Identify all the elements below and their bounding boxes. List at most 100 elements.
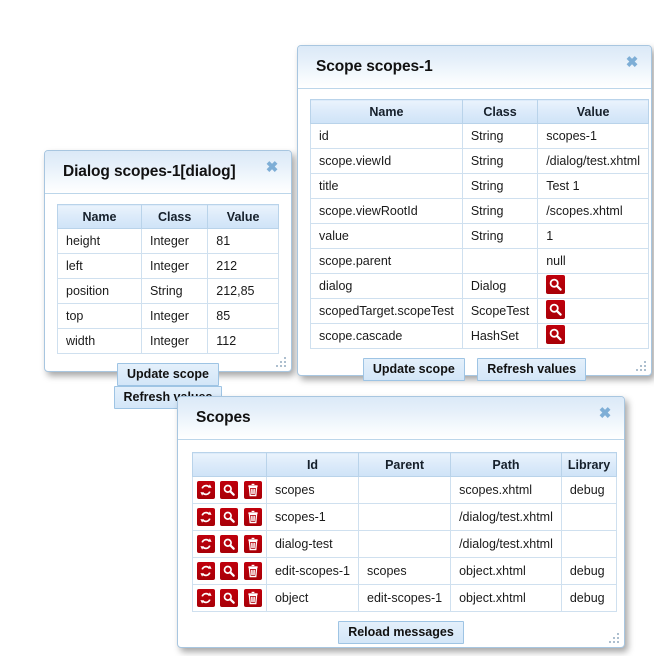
table-row[interactable]: left Integer 212 bbox=[58, 254, 279, 279]
table-row[interactable]: height Integer 81 bbox=[58, 229, 279, 254]
cell-parent bbox=[359, 477, 451, 504]
dialog-scope-panel[interactable]: Dialog scopes-1[dialog] ✖ Name Class Val… bbox=[44, 150, 292, 372]
table-row[interactable]: dialog-test /dialog/test.xhtml bbox=[193, 531, 617, 558]
cell-path: scopes.xhtml bbox=[451, 477, 562, 504]
magnifier-icon[interactable] bbox=[220, 562, 238, 580]
cell-id: scopes bbox=[266, 477, 358, 504]
scope-panel-body: Name Class Value id String scopes-1 scop… bbox=[298, 89, 651, 393]
cell-library bbox=[561, 531, 616, 558]
magnifier-icon[interactable] bbox=[220, 589, 238, 607]
resize-grip-icon[interactable] bbox=[276, 357, 287, 368]
magnifier-icon[interactable] bbox=[546, 325, 565, 344]
magnifier-icon[interactable] bbox=[220, 508, 238, 526]
cell-name: scope.viewId bbox=[311, 149, 463, 174]
cell-value: 85 bbox=[208, 304, 279, 329]
magnifier-icon[interactable] bbox=[546, 300, 565, 319]
cell-name: width bbox=[58, 329, 142, 354]
close-icon[interactable]: ✖ bbox=[597, 406, 613, 422]
cell-class: Integer bbox=[141, 304, 207, 329]
cell-value: null bbox=[538, 249, 649, 274]
trash-icon[interactable] bbox=[244, 481, 262, 499]
cell-class: String bbox=[462, 124, 537, 149]
table-row[interactable]: scope.cascade HashSet bbox=[311, 324, 649, 349]
cell-class: Integer bbox=[141, 329, 207, 354]
resize-grip-icon[interactable] bbox=[609, 633, 620, 644]
scopes-panel-header[interactable]: Scopes ✖ bbox=[178, 397, 624, 440]
scope-panel-header[interactable]: Scope scopes-1 ✖ bbox=[298, 46, 651, 89]
trash-icon[interactable] bbox=[244, 508, 262, 526]
trash-icon[interactable] bbox=[244, 589, 262, 607]
scope-panel-title: Scope scopes-1 bbox=[298, 58, 433, 76]
close-icon[interactable]: ✖ bbox=[264, 160, 280, 176]
refresh-values-button[interactable]: Refresh values bbox=[477, 358, 586, 381]
scope-panel[interactable]: Scope scopes-1 ✖ Name Class Value id Str… bbox=[297, 45, 652, 376]
cell-name: position bbox=[58, 279, 142, 304]
table-row[interactable]: scope.viewRootId String /scopes.xhtml bbox=[311, 199, 649, 224]
refresh-icon[interactable] bbox=[197, 508, 215, 526]
cell-class: Integer bbox=[141, 229, 207, 254]
refresh-icon[interactable] bbox=[197, 562, 215, 580]
cell-class bbox=[462, 249, 537, 274]
cell-value: /scopes.xhtml bbox=[538, 199, 649, 224]
column-header-class: Class bbox=[141, 205, 207, 229]
column-header-class: Class bbox=[462, 100, 537, 124]
cell-class: Integer bbox=[141, 254, 207, 279]
table-row[interactable]: id String scopes-1 bbox=[311, 124, 649, 149]
cell-name: title bbox=[311, 174, 463, 199]
cell-value: Test 1 bbox=[538, 174, 649, 199]
refresh-icon[interactable] bbox=[197, 535, 215, 553]
table-row[interactable]: value String 1 bbox=[311, 224, 649, 249]
cell-value: 212 bbox=[208, 254, 279, 279]
column-header-library: Library bbox=[561, 453, 616, 477]
cell-class: String bbox=[462, 224, 537, 249]
cell-name: scopedTarget.scopeTest bbox=[311, 299, 463, 324]
trash-icon[interactable] bbox=[244, 535, 262, 553]
refresh-icon[interactable] bbox=[197, 589, 215, 607]
cell-class: String bbox=[462, 199, 537, 224]
cell-class: HashSet bbox=[462, 324, 537, 349]
magnifier-icon[interactable] bbox=[220, 481, 238, 499]
table-row[interactable]: scopes-1 /dialog/test.xhtml bbox=[193, 504, 617, 531]
cell-class: String bbox=[462, 149, 537, 174]
table-row[interactable]: dialog Dialog bbox=[311, 274, 649, 299]
table-row[interactable]: scopedTarget.scopeTest ScopeTest bbox=[311, 299, 649, 324]
table-row[interactable]: object edit-scopes-1 object.xhtml debug bbox=[193, 585, 617, 612]
resize-grip-icon[interactable] bbox=[636, 361, 647, 372]
cell-name: dialog bbox=[311, 274, 463, 299]
refresh-icon[interactable] bbox=[197, 481, 215, 499]
table-row[interactable]: scope.parent null bbox=[311, 249, 649, 274]
reload-messages-button[interactable]: Reload messages bbox=[338, 621, 464, 644]
magnifier-icon[interactable] bbox=[220, 535, 238, 553]
cell-library bbox=[561, 504, 616, 531]
cell-value-action bbox=[538, 299, 649, 324]
cell-name: top bbox=[58, 304, 142, 329]
scopes-table: Id Parent Path Library bbox=[192, 452, 617, 612]
close-icon[interactable]: ✖ bbox=[624, 55, 640, 71]
scopes-panel-title: Scopes bbox=[178, 409, 251, 427]
column-header-path: Path bbox=[451, 453, 562, 477]
cell-class: String bbox=[141, 279, 207, 304]
cell-parent: scopes bbox=[359, 558, 451, 585]
update-scope-button[interactable]: Update scope bbox=[363, 358, 465, 381]
update-scope-button[interactable]: Update scope bbox=[117, 363, 219, 386]
cell-path: object.xhtml bbox=[451, 585, 562, 612]
table-row[interactable]: title String Test 1 bbox=[311, 174, 649, 199]
table-row[interactable]: width Integer 112 bbox=[58, 329, 279, 354]
cell-path: /dialog/test.xhtml bbox=[451, 504, 562, 531]
column-header-value: Value bbox=[208, 205, 279, 229]
scope-table: Name Class Value id String scopes-1 scop… bbox=[310, 99, 649, 349]
table-row[interactable]: edit-scopes-1 scopes object.xhtml debug bbox=[193, 558, 617, 585]
cell-value-action bbox=[538, 324, 649, 349]
dialog-scope-panel-header[interactable]: Dialog scopes-1[dialog] ✖ bbox=[45, 151, 291, 194]
scope-button-bar: Update scope Refresh values bbox=[310, 349, 639, 385]
scopes-panel[interactable]: Scopes ✖ Id Parent Path Library bbox=[177, 396, 625, 648]
table-row[interactable]: position String 212,85 bbox=[58, 279, 279, 304]
cell-name: scope.viewRootId bbox=[311, 199, 463, 224]
magnifier-icon[interactable] bbox=[546, 275, 565, 294]
table-row[interactable]: scopes scopes.xhtml debug bbox=[193, 477, 617, 504]
table-row[interactable]: top Integer 85 bbox=[58, 304, 279, 329]
cell-name: height bbox=[58, 229, 142, 254]
table-row[interactable]: scope.viewId String /dialog/test.xhtml bbox=[311, 149, 649, 174]
column-header-name: Name bbox=[58, 205, 142, 229]
trash-icon[interactable] bbox=[244, 562, 262, 580]
